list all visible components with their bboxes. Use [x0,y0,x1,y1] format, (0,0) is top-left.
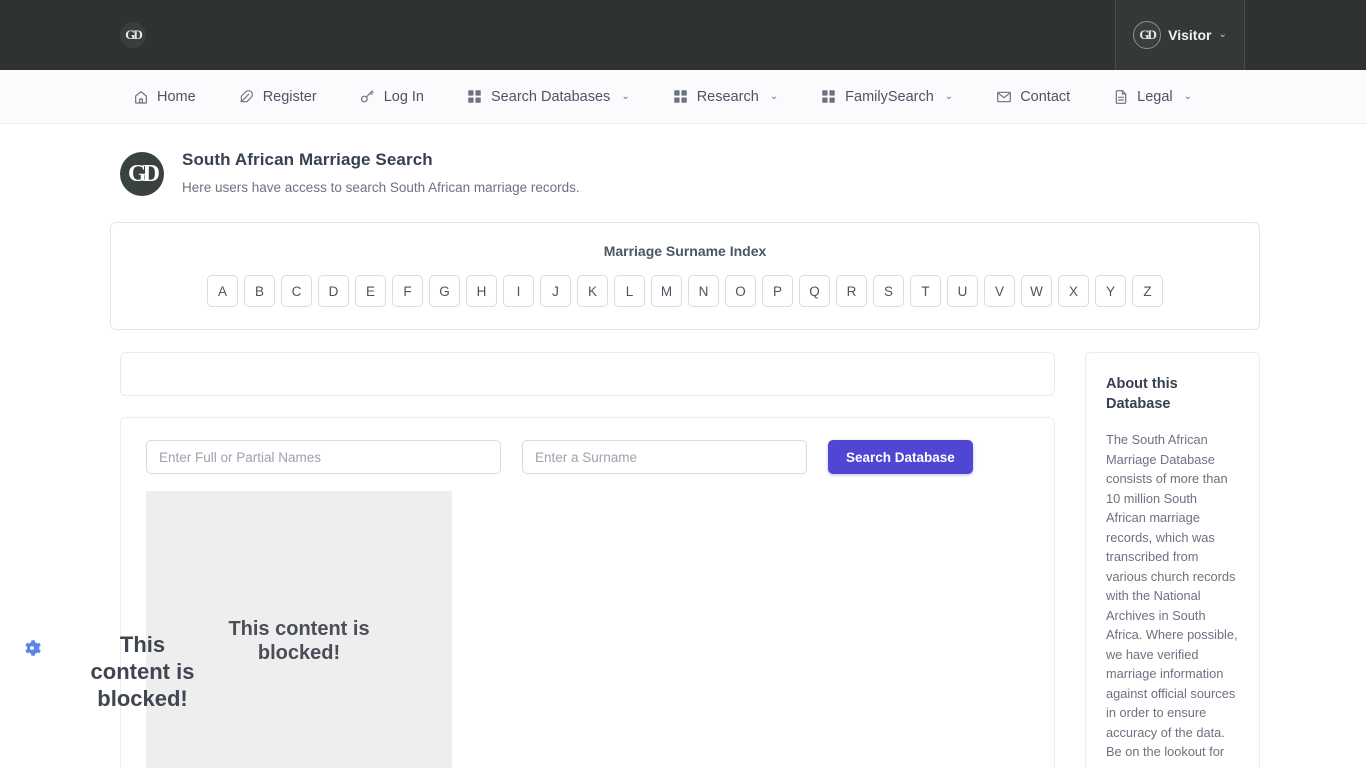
nav-label: Contact [1020,88,1071,105]
nav-label: FamilySearch [845,88,934,105]
chevron-down-icon: ⌄ [769,91,779,102]
letter-button[interactable]: N [688,275,719,307]
chevron-down-icon: ⌄ [621,91,630,102]
top-bar-left: GD [0,0,1115,70]
letter-button[interactable]: T [910,275,941,307]
nav-item-home[interactable]: Home [120,82,208,111]
page-subtitle: Here users have access to search South A… [182,180,580,195]
page-header: GD South African Marriage Search Here us… [0,124,1366,196]
avatar: GD [1133,21,1162,49]
top-bar: GD GD Visitor ⌄ [0,0,1366,70]
surname-index-panel: Marriage Surname Index A B C D E F G H I… [110,222,1260,330]
surname-index-title: Marriage Surname Index [603,243,767,259]
letter-button[interactable]: R [836,275,867,307]
surname-input[interactable] [522,440,807,474]
grid-icon [672,88,689,105]
nav-label: Register [262,88,317,105]
sidebar-column: About this Database The South African Ma… [1085,352,1260,768]
letter-button[interactable]: A [207,275,238,307]
blocked-content-message: This content is blocked! [228,618,370,664]
nav-item-familysearch[interactable]: FamilySearch ⌄ [808,82,965,111]
nav-item-contact[interactable]: Contact [983,82,1082,111]
nav-label: Log In [383,88,425,105]
about-database-body: The South African Marriage Database cons… [1106,432,1238,760]
page-header-text: South African Marriage Search Here users… [182,150,580,195]
about-database-card: About this Database The South African Ma… [1085,352,1260,768]
nav-label: Research [696,88,759,105]
grid-icon [466,88,483,105]
search-database-button[interactable]: Search Database [828,440,973,474]
letter-button[interactable]: V [984,275,1015,307]
grid-icon [820,88,837,105]
nav-label: Home [157,88,196,105]
page-title: South African Marriage Search [182,150,433,169]
chevron-down-icon: ⌄ [944,91,954,102]
notice-card-empty [120,352,1055,396]
chevron-down-icon: ⌄ [1183,91,1193,102]
letter-button[interactable]: D [318,275,349,307]
gear-icon[interactable] [21,637,43,659]
page-logo-icon: GD [120,152,164,196]
letter-button[interactable]: L [614,275,645,307]
nav-label: Legal [1137,88,1173,105]
nav-item-register[interactable]: Register [226,82,329,111]
letter-button[interactable]: E [355,275,386,307]
letter-button[interactable]: W [1021,275,1052,307]
letter-button[interactable]: K [577,275,608,307]
brand-logo-icon[interactable]: GD [120,22,146,48]
user-menu-button[interactable]: GD Visitor ⌄ [1115,0,1245,70]
letter-button[interactable]: U [947,275,978,307]
key-icon [359,88,376,105]
chevron-down-icon: ⌄ [1218,29,1227,40]
letter-button[interactable]: P [762,275,793,307]
nav-item-research[interactable]: Research ⌄ [660,82,790,111]
about-database-title: About this Database [1106,376,1178,412]
main-column: Search Database This content is blocked! [120,352,1055,768]
user-name-label: Visitor [1168,27,1212,43]
nav-item-legal[interactable]: Legal ⌄ [1100,82,1204,111]
letter-button[interactable]: I [503,275,534,307]
letter-button[interactable]: Z [1132,275,1163,307]
letter-button[interactable]: B [244,275,275,307]
blocked-content-placeholder: This content is blocked! [146,491,452,768]
blocked-content-overlay-message: This content is blocked! [90,632,195,711]
document-icon [1112,88,1129,105]
letter-button[interactable]: X [1058,275,1089,307]
letter-button[interactable]: J [540,275,571,307]
letter-button[interactable]: F [392,275,423,307]
letter-button[interactable]: Q [799,275,830,307]
search-form-row: Search Database [146,440,1029,474]
letter-button[interactable]: S [873,275,904,307]
home-icon [132,88,149,105]
nav-label: Search Databases [491,88,611,105]
search-form-card: Search Database This content is blocked! [120,417,1055,768]
letter-button[interactable]: G [429,275,460,307]
nav-item-search-databases[interactable]: Search Databases ⌄ [454,82,642,111]
letter-button[interactable]: O [725,275,756,307]
envelope-icon [995,88,1012,105]
feather-icon [238,88,255,105]
alphabet-index: A B C D E F G H I J K L M N O P Q R S T … [121,275,1249,307]
letter-button[interactable]: C [281,275,312,307]
full-or-partial-names-input[interactable] [146,440,501,474]
content-area: Search Database This content is blocked!… [0,330,1366,768]
nav-item-login[interactable]: Log In [347,82,436,111]
letter-button[interactable]: M [651,275,682,307]
letter-button[interactable]: Y [1095,275,1126,307]
letter-button[interactable]: H [466,275,497,307]
main-navigation: Home Register Log In Search Databases ⌄ … [0,70,1366,124]
